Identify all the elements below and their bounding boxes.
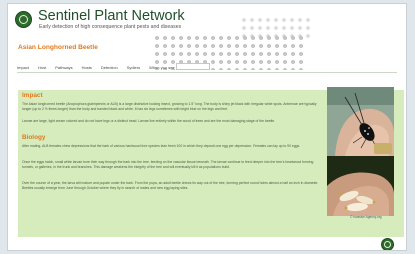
impact-paragraph-2: Larvae are large, light cream colored an… [22, 119, 276, 123]
tab-impact[interactable]: Impact [17, 65, 29, 70]
larvae-in-hand-image [327, 156, 394, 216]
biology-paragraph-1: After mating, ALB females chew depressio… [22, 144, 301, 148]
page-title: Asian Longhorned Beetle [18, 44, 98, 51]
beetle-on-hand-image [327, 87, 394, 156]
tab-pathways[interactable]: Pathways [55, 65, 72, 70]
larvae-in-hand-photo [327, 156, 394, 216]
nav-search-field[interactable] [176, 63, 210, 70]
nav-divider [17, 72, 397, 73]
tab-hosts[interactable]: Hosts [82, 65, 92, 70]
biology-paragraph-2: Once the eggs hatch, small white larvae … [22, 160, 314, 169]
biology-paragraph-3: Over the course of a year, the larva wil… [22, 181, 319, 190]
tab-nav: Impact Host Pathways Hosts Detection Syd… [17, 63, 191, 72]
beetle-on-hand-photo [327, 87, 394, 156]
tab-detection[interactable]: Detection [101, 65, 118, 70]
page: Sentinel Plant Network Early detection o… [7, 3, 407, 251]
section-heading-impact: Impact [22, 92, 43, 99]
section-heading-biology: Biology [22, 134, 46, 141]
footer-logo-icon[interactable] [381, 238, 394, 250]
site-title[interactable]: Sentinel Plant Network [38, 8, 185, 24]
impact-paragraph-1: The Asian longhorned beetle (Anoplophora… [22, 102, 317, 111]
tab-host[interactable]: Host [38, 65, 46, 70]
logo-badge-icon[interactable] [15, 11, 32, 28]
tab-sydlers[interactable]: Sydlers [127, 65, 140, 70]
photo-credit: © Invasive Agency.org [350, 215, 382, 219]
site-tagline: Early detection of high consequence plan… [39, 24, 182, 30]
